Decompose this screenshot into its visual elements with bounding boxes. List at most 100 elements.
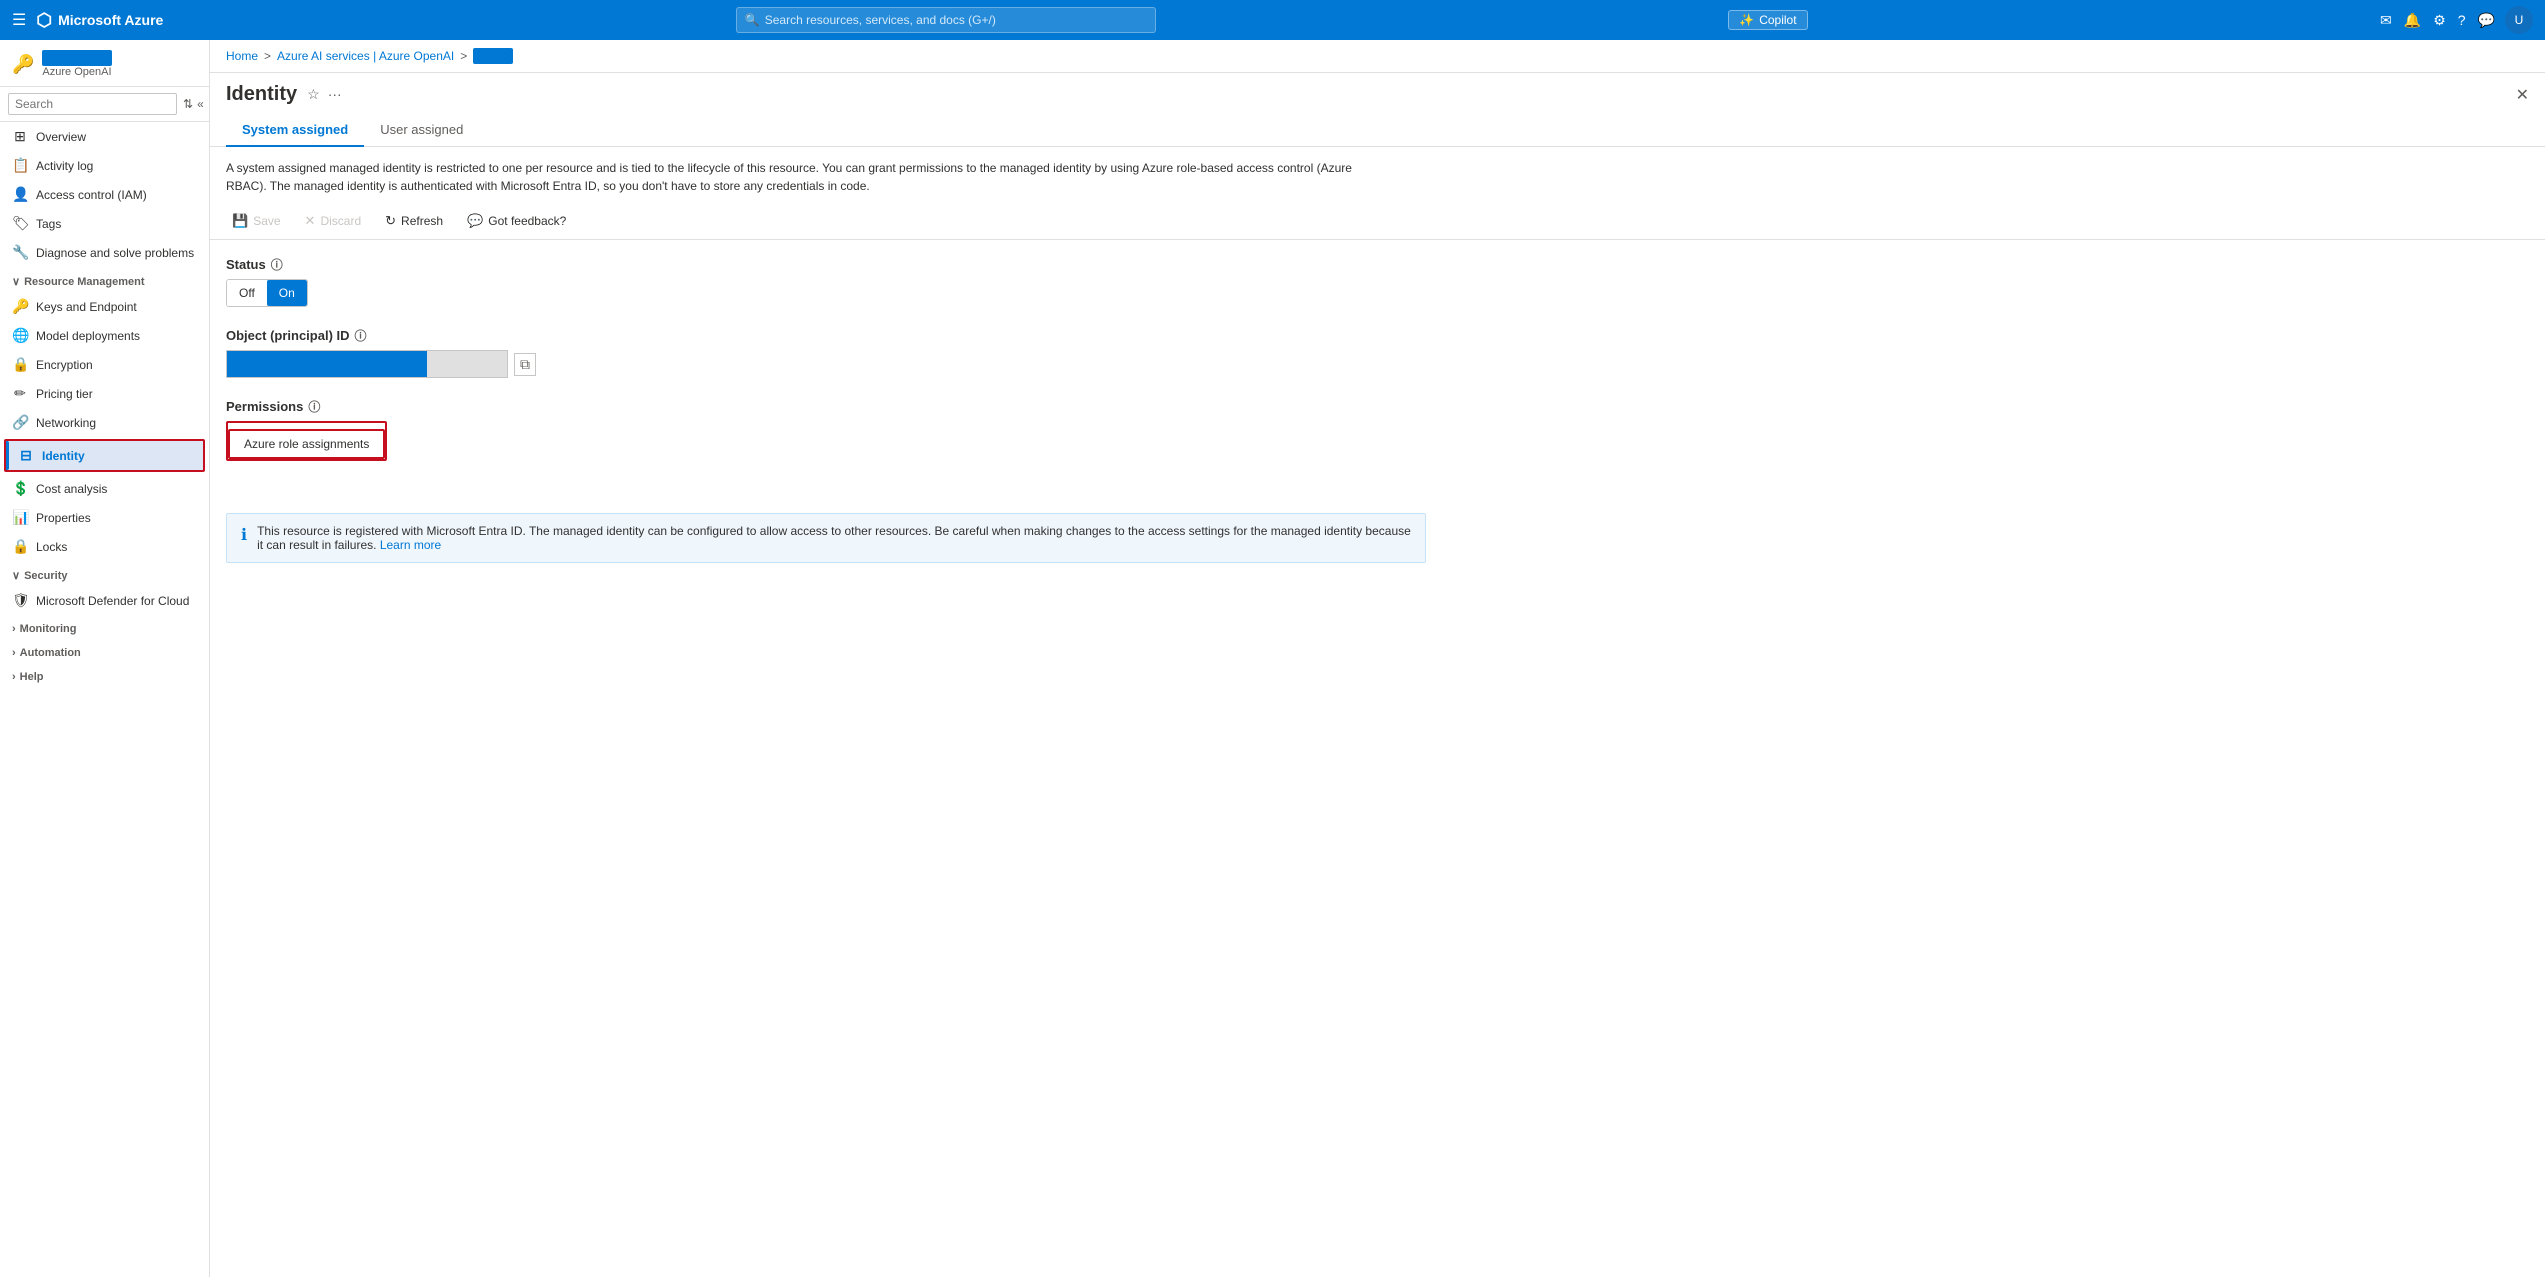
status-toggle: Off On: [226, 279, 2529, 307]
sidebar-search-input[interactable]: [8, 93, 177, 115]
sidebar-label-identity: Identity: [42, 449, 85, 463]
toggle-on-label: On: [279, 286, 295, 300]
sidebar-item-encryption[interactable]: 🔒 Encryption: [0, 350, 209, 379]
access-control-icon: 👤: [12, 186, 28, 203]
sidebar-item-model-deployments[interactable]: 🌐 Model deployments: [0, 321, 209, 350]
refresh-button[interactable]: ↻ Refresh: [379, 209, 449, 233]
settings-icon[interactable]: ⚙: [2433, 12, 2446, 29]
user-avatar[interactable]: U: [2505, 6, 2533, 34]
status-label-text: Status: [226, 257, 266, 272]
breadcrumb-sep-1: >: [264, 49, 271, 63]
sidebar-item-activity-log[interactable]: 📋 Activity log: [0, 151, 209, 180]
more-options-icon[interactable]: ···: [328, 86, 342, 103]
section-chevron-help: ›: [12, 671, 16, 683]
copy-object-id-button[interactable]: ⧉: [514, 353, 536, 376]
object-id-info-icon[interactable]: ⓘ: [355, 327, 367, 344]
sidebar-label-encryption: Encryption: [36, 358, 93, 372]
model-deployments-icon: 🌐: [12, 327, 28, 344]
section-label-automation: Automation: [20, 647, 81, 659]
sidebar-label-networking: Networking: [36, 416, 96, 430]
global-search-icon: 🔍: [745, 13, 760, 27]
notifications-icon[interactable]: 🔔: [2404, 12, 2421, 29]
help-icon[interactable]: ?: [2458, 12, 2466, 28]
diagnose-icon: 🔧: [12, 244, 28, 261]
status-info-icon[interactable]: ⓘ: [271, 256, 283, 273]
sidebar-item-cost-analysis[interactable]: 💲 Cost analysis: [0, 474, 209, 503]
sidebar-item-defender[interactable]: 🛡 Microsoft Defender for Cloud: [0, 586, 209, 615]
favorite-icon[interactable]: ☆: [307, 86, 320, 103]
sidebar-item-properties[interactable]: 📊 Properties: [0, 503, 209, 532]
section-security[interactable]: ∨ Security: [0, 561, 209, 586]
feedback-button[interactable]: 💬 Got feedback?: [461, 209, 572, 233]
brand-name: Microsoft Azure: [58, 12, 163, 28]
global-search-bar[interactable]: 🔍: [736, 7, 1156, 33]
sidebar-item-overview[interactable]: ⊞ Overview: [0, 122, 209, 151]
copilot-button[interactable]: ✨ Copilot: [1728, 10, 1807, 30]
breadcrumb: Home > Azure AI services | Azure OpenAI …: [210, 40, 2545, 73]
object-id-label: Object (principal) ID ⓘ: [226, 327, 2529, 344]
sidebar-item-pricing-tier[interactable]: ✏ Pricing tier: [0, 379, 209, 408]
sidebar-item-locks[interactable]: 🔒 Locks: [0, 532, 209, 561]
toggle-off-option[interactable]: Off: [227, 280, 267, 306]
tab-user-assigned[interactable]: User assigned: [364, 114, 479, 147]
global-search-input[interactable]: [765, 13, 1147, 27]
sidebar-label-tags: Tags: [36, 217, 61, 231]
breadcrumb-services[interactable]: Azure AI services | Azure OpenAI: [277, 49, 454, 63]
section-label-security: Security: [24, 570, 67, 582]
activity-log-icon: 📋: [12, 157, 28, 174]
description-text: A system assigned managed identity is re…: [210, 147, 1410, 203]
sidebar-collapse-icon[interactable]: «: [197, 97, 204, 111]
keys-endpoint-icon: 🔑: [12, 298, 28, 315]
feedback-icon: 💬: [467, 213, 483, 229]
sidebar-item-networking[interactable]: 🔗 Networking: [0, 408, 209, 437]
section-resource-management[interactable]: ∨ Resource Management: [0, 267, 209, 292]
sidebar-label-activity-log: Activity log: [36, 159, 93, 173]
hamburger-menu[interactable]: ☰: [12, 10, 26, 30]
section-monitoring[interactable]: › Monitoring: [0, 615, 209, 639]
section-help[interactable]: › Help: [0, 663, 209, 687]
discard-label: Discard: [320, 214, 361, 228]
permissions-label-text: Permissions: [226, 399, 303, 414]
sidebar-label-access-control: Access control (IAM): [36, 188, 147, 202]
main-layout: 🔑 Azure OpenAI ⇅ « ⊞ Overview 📋 Activity…: [0, 40, 2545, 1277]
permissions-label: Permissions ⓘ: [226, 398, 2529, 415]
status-label: Status ⓘ: [226, 256, 2529, 273]
content-area: Home > Azure AI services | Azure OpenAI …: [210, 40, 2545, 1277]
sidebar-item-diagnose[interactable]: 🔧 Diagnose and solve problems: [0, 238, 209, 267]
section-chevron-monitoring: ›: [12, 623, 16, 635]
discard-button[interactable]: ✕ Discard: [299, 209, 368, 233]
locks-icon: 🔒: [12, 538, 28, 555]
sidebar-item-tags[interactable]: 🏷 Tags: [0, 209, 209, 238]
feedback-icon[interactable]: 💬: [2478, 12, 2495, 29]
sidebar-label-overview: Overview: [36, 130, 86, 144]
refresh-label: Refresh: [401, 214, 443, 228]
section-chevron-automation: ›: [12, 647, 16, 659]
permissions-info-icon[interactable]: ⓘ: [308, 398, 320, 415]
tab-label-system-assigned: System assigned: [242, 122, 348, 137]
toggle-off-label: Off: [239, 286, 255, 300]
encryption-icon: 🔒: [12, 356, 28, 373]
page-title: Identity: [226, 83, 297, 106]
toggle-wrapper: Off On: [226, 279, 308, 307]
info-banner-text: This resource is registered with Microso…: [257, 524, 1411, 552]
close-button[interactable]: ✕: [2516, 85, 2529, 105]
toggle-on-option[interactable]: On: [267, 280, 307, 306]
copilot-icon: ✨: [1739, 13, 1754, 27]
object-id-section: Object (principal) ID ⓘ ⧉: [226, 327, 2529, 378]
section-chevron-security: ∨: [12, 569, 20, 582]
sidebar-filter-icon[interactable]: ⇅: [183, 97, 193, 111]
section-automation[interactable]: › Automation: [0, 639, 209, 663]
breadcrumb-home[interactable]: Home: [226, 49, 258, 63]
save-button[interactable]: 💾 Save: [226, 209, 287, 233]
sidebar-item-keys-endpoint[interactable]: 🔑 Keys and Endpoint: [0, 292, 209, 321]
sidebar-item-identity[interactable]: ⊟ Identity: [6, 441, 203, 470]
learn-more-link[interactable]: Learn more: [380, 538, 441, 552]
sidebar-filter-icons: ⇅ «: [183, 97, 204, 111]
tab-system-assigned[interactable]: System assigned: [226, 114, 364, 147]
azure-role-assignments-button[interactable]: Azure role assignments: [228, 429, 385, 459]
sidebar-item-access-control[interactable]: 👤 Access control (IAM): [0, 180, 209, 209]
top-navigation: ☰ ⬡ Microsoft Azure 🔍 ✨ Copilot ✉ 🔔 ⚙ ? …: [0, 0, 2545, 40]
email-icon[interactable]: ✉: [2380, 12, 2392, 29]
sidebar-label-cost-analysis: Cost analysis: [36, 482, 107, 496]
section-label-resource: Resource Management: [24, 276, 144, 288]
